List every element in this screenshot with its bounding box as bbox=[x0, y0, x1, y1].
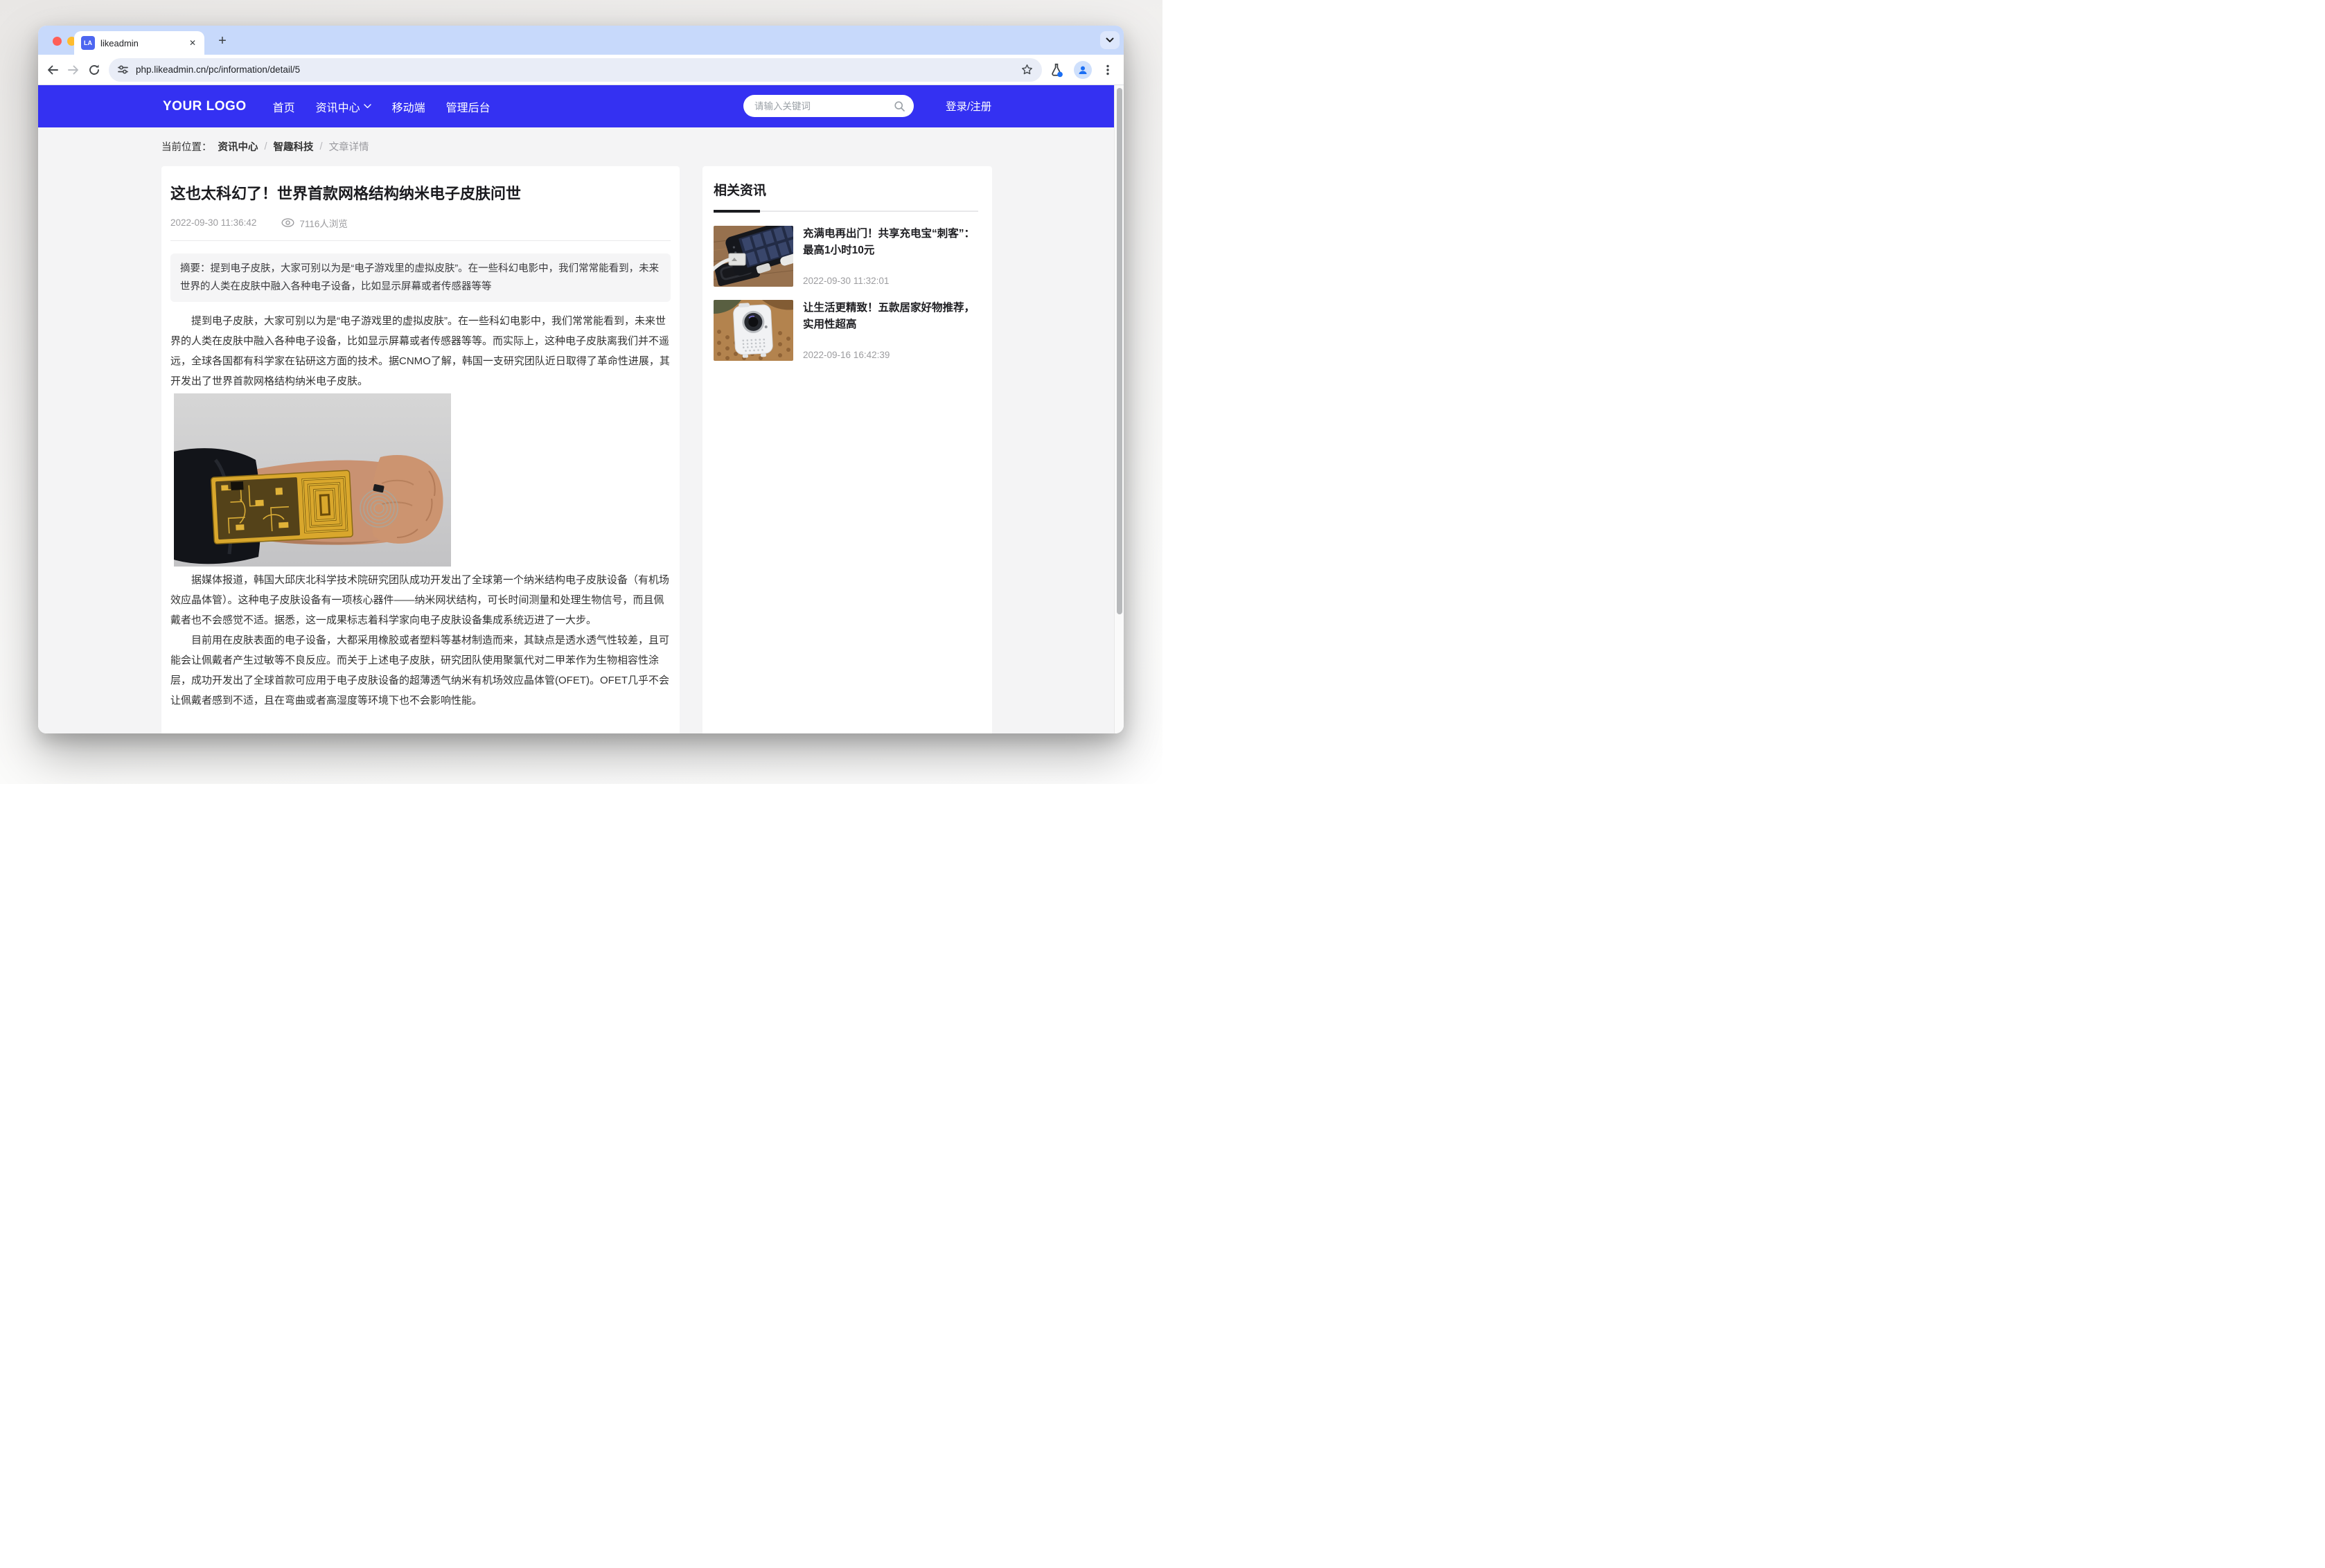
related-item-date: 2022-09-30 11:32:01 bbox=[803, 276, 981, 287]
scrollbar-thumb[interactable] bbox=[1117, 88, 1122, 614]
divider bbox=[170, 240, 671, 241]
breadcrumb-separator: / bbox=[265, 141, 267, 152]
search-icon[interactable] bbox=[894, 100, 905, 112]
related-item[interactable]: 让生活更精致！五款居家好物推荐，实用性超高 2022-09-16 16:42:3… bbox=[714, 300, 981, 361]
url-text: php.likeadmin.cn/pc/information/detail/5 bbox=[136, 64, 1020, 75]
related-news-card: 相关资讯 bbox=[702, 166, 992, 733]
site-settings-icon[interactable] bbox=[117, 64, 129, 75]
page-background: 当前位置： 资讯中心 / 智趣科技 / 文章详情 这也太科幻了！世界首款网格结构… bbox=[38, 127, 1114, 733]
tab-strip: LA likeadmin ✕ + bbox=[38, 26, 1124, 55]
related-item[interactable]: 充满电再出门！共享充电宝“刺客”：最高1小时10元 2022-09-30 11:… bbox=[714, 226, 981, 287]
tab-favicon: LA bbox=[81, 36, 95, 50]
close-window-button[interactable] bbox=[53, 37, 62, 46]
browser-window: LA likeadmin ✕ + php.likeadmin.cn/pc/in bbox=[38, 26, 1124, 733]
main-nav: 首页 资讯中心 移动端 管理后台 bbox=[273, 98, 490, 115]
nav-item-mobile[interactable]: 移动端 bbox=[392, 98, 425, 115]
related-news-title: 相关资讯 bbox=[714, 180, 981, 199]
browser-menu-kebab-icon[interactable] bbox=[1102, 64, 1114, 76]
nav-item-news-center[interactable]: 资讯中心 bbox=[316, 98, 371, 115]
breadcrumb-current: 文章详情 bbox=[329, 139, 369, 154]
address-bar[interactable]: php.likeadmin.cn/pc/information/detail/5 bbox=[109, 58, 1042, 82]
related-item-date: 2022-09-16 16:42:39 bbox=[803, 350, 981, 361]
related-item-thumbnail-projector[interactable] bbox=[714, 300, 793, 361]
browser-toolbar: php.likeadmin.cn/pc/information/detail/5 bbox=[38, 55, 1124, 85]
related-item-title[interactable]: 让生活更精致！五款居家好物推荐，实用性超高 bbox=[803, 300, 981, 333]
article-image-electronic-skin-arm bbox=[174, 393, 451, 567]
login-register-link[interactable]: 登录/注册 bbox=[946, 98, 991, 114]
reload-icon[interactable] bbox=[84, 60, 105, 80]
breadcrumb-link-category[interactable]: 智趣科技 bbox=[274, 139, 314, 154]
related-item-thumbnail-powerbank[interactable] bbox=[714, 226, 793, 287]
article-views: 7116人浏览 bbox=[299, 216, 348, 230]
article-paragraph: 据媒体报道，韩国大邱庆北科学技术院研究团队成功开发出了全球第一个纳米结构电子皮肤… bbox=[170, 570, 671, 630]
bookmark-star-icon[interactable] bbox=[1020, 63, 1034, 76]
site-header: YOUR LOGO 首页 资讯中心 移动端 管理后台 登录/注册 bbox=[38, 85, 1114, 127]
breadcrumb: 当前位置： 资讯中心 / 智趣科技 / 文章详情 bbox=[161, 139, 369, 154]
profile-avatar[interactable] bbox=[1074, 61, 1092, 79]
breadcrumb-separator: / bbox=[320, 141, 323, 152]
tab-search-chevron-icon[interactable] bbox=[1100, 31, 1120, 49]
nav-item-home[interactable]: 首页 bbox=[273, 98, 295, 115]
breadcrumb-prefix: 当前位置： bbox=[161, 139, 212, 154]
back-icon[interactable] bbox=[42, 60, 63, 80]
section-rule bbox=[714, 210, 981, 213]
desktop: LA likeadmin ✕ + php.likeadmin.cn/pc/in bbox=[0, 0, 1162, 784]
article-date: 2022-09-30 11:36:42 bbox=[170, 217, 256, 228]
eye-icon bbox=[281, 218, 294, 227]
article-card: 这也太科幻了！世界首款网格结构纳米电子皮肤问世 2022-09-30 11:36… bbox=[161, 166, 680, 733]
page-scrollbar bbox=[1114, 85, 1124, 733]
site-logo[interactable]: YOUR LOGO bbox=[163, 99, 247, 114]
article-summary: 摘要：提到电子皮肤，大家可别以为是“电子游戏里的虚拟皮肤”。在一些科幻电影中，我… bbox=[170, 253, 671, 302]
forward-icon[interactable] bbox=[63, 60, 84, 80]
search-input[interactable] bbox=[753, 100, 894, 112]
breadcrumb-link-news-center[interactable]: 资讯中心 bbox=[218, 139, 258, 154]
article-body: 提到电子皮肤，大家可别以为是“电子游戏里的虚拟皮肤”。在一些科幻电影中，我们常常… bbox=[170, 311, 671, 711]
tab-close-icon[interactable]: ✕ bbox=[186, 37, 199, 49]
browser-tab[interactable]: LA likeadmin ✕ bbox=[74, 31, 204, 55]
article-title: 这也太科幻了！世界首款网格结构纳米电子皮肤问世 bbox=[170, 183, 671, 205]
article-paragraph: 提到电子皮肤，大家可别以为是“电子游戏里的虚拟皮肤”。在一些科幻电影中，我们常常… bbox=[170, 311, 671, 391]
related-item-title[interactable]: 充满电再出门！共享充电宝“刺客”：最高1小时10元 bbox=[803, 226, 981, 259]
chevron-down-icon bbox=[364, 104, 371, 109]
article-meta: 2022-09-30 11:36:42 7116人浏览 bbox=[170, 216, 671, 230]
experiment-flask-icon[interactable] bbox=[1049, 62, 1064, 78]
tab-title: likeadmin bbox=[100, 38, 186, 48]
article-paragraph: 目前用在皮肤表面的电子设备，大都采用橡胶或者塑料等基材制造而来，其缺点是透水透气… bbox=[170, 630, 671, 711]
new-tab-button[interactable]: + bbox=[213, 31, 232, 51]
search-box[interactable] bbox=[743, 95, 914, 117]
nav-item-admin[interactable]: 管理后台 bbox=[446, 98, 490, 115]
page-viewport: YOUR LOGO 首页 资讯中心 移动端 管理后台 登录/注册 bbox=[38, 85, 1124, 733]
